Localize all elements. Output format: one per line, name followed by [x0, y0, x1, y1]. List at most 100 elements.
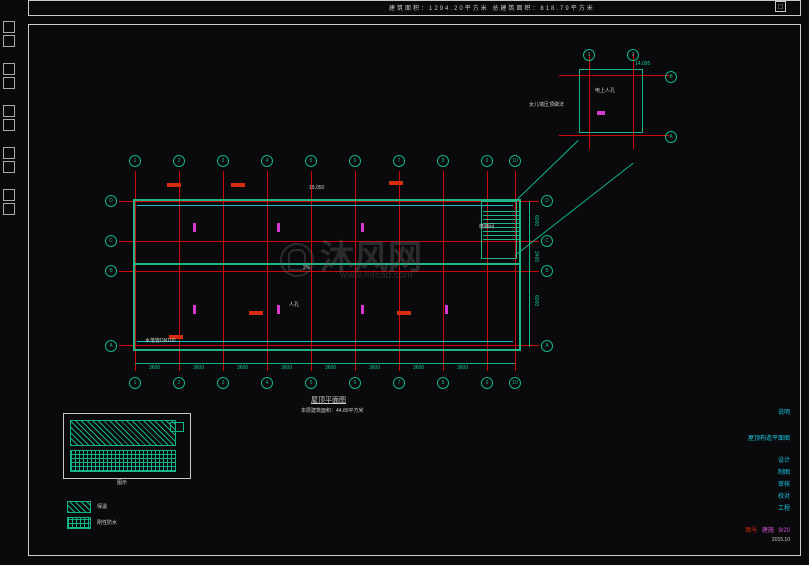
gridline [559, 75, 669, 76]
dim-text: 3600 [369, 365, 380, 371]
parapet [137, 341, 513, 342]
drain-mark [193, 223, 196, 232]
layer-swatch[interactable] [2, 62, 26, 90]
grid-bubble: 4 [261, 377, 273, 389]
drain-mark [361, 223, 364, 232]
grid-bubble: A [665, 131, 677, 143]
slope-label: 2% [303, 265, 310, 271]
annotation-mark [231, 183, 245, 187]
ridge-line [133, 263, 519, 265]
gridline [589, 53, 590, 149]
dim-text: 6000 [533, 215, 539, 226]
grid-bubble: B [541, 265, 553, 277]
roof-note: 人孔 [289, 301, 299, 308]
grid-bubble: 4 [261, 155, 273, 167]
grid-bubble: B [665, 71, 677, 83]
dim-text: 2400 [533, 251, 539, 262]
dim-text: 3600 [413, 365, 424, 371]
grid-bubble: 2 [627, 49, 639, 61]
leader-line [515, 163, 634, 256]
legend-grid-icon [70, 450, 176, 472]
dim-line [135, 363, 515, 364]
grid-bubble: C [105, 235, 117, 247]
tb-row: 制图 [730, 467, 790, 479]
dim-text: 3600 [457, 365, 468, 371]
legend-block: 图示 保温 刚性防水 [63, 413, 193, 543]
hatch-label: 电上人孔 [595, 87, 615, 94]
grid-bubble: 10 [509, 377, 521, 389]
legend-swatch-icon [67, 501, 91, 513]
grid-bubble: 10 [509, 155, 521, 167]
grid-bubble: 9 [481, 155, 493, 167]
cad-viewport: 建筑面积：1294.20平方米 总建筑面积：818.79平方米 □ 1 2 3 … [0, 0, 809, 565]
drain-mark [597, 111, 605, 115]
grid-bubble: 5 [305, 377, 317, 389]
elev-note: 19.050 [309, 185, 324, 191]
gridline [633, 53, 634, 149]
dim-text: 3600 [325, 365, 336, 371]
grid-bubble: 2 [173, 377, 185, 389]
grid-bubble: 3 [217, 155, 229, 167]
legend-frame [63, 413, 191, 479]
grid-bubble: 5 [305, 155, 317, 167]
tb-row: 审核 [730, 479, 790, 491]
tb-row: 设计 [730, 455, 790, 467]
exterior-wall [133, 199, 521, 351]
grid-bubble: D [105, 195, 117, 207]
upper-drawing-strip: 建筑面积：1294.20平方米 总建筑面积：818.79平方米 □ [28, 0, 801, 16]
drain-mark [277, 305, 280, 314]
grid-bubble: 1 [129, 155, 141, 167]
tb-no-label: 图号 [745, 528, 757, 534]
title-block: 说明 屋顶构造平面图 设计 制图 审核 校对 工程 图号 建施 9/20 201… [730, 407, 790, 543]
legend-swatch-icon [67, 517, 91, 529]
grid-bubble: D [541, 195, 553, 207]
tb-drawing-name: 屋顶构造平面图 [730, 433, 790, 445]
grid-bubble: B [105, 265, 117, 277]
tb-row: 工程 [730, 503, 790, 515]
tb-sheet: 9/20 [778, 528, 790, 534]
dim-text: 3600 [237, 365, 248, 371]
grid-bubble: A [541, 340, 553, 352]
drawing-title: 屋顶平面图 [311, 395, 346, 405]
legend-hatch-icon [70, 420, 176, 446]
stair-icon [483, 211, 519, 251]
grid-bubble: 7 [393, 377, 405, 389]
annotation-mark [397, 311, 411, 315]
grid-bubble: 9 [481, 377, 493, 389]
elev-label: 14.095 [635, 61, 650, 67]
legend-notch [170, 422, 184, 432]
tb-date: 2015.10 [730, 537, 790, 543]
legend-caption: 图示 [117, 479, 127, 486]
dim-text: 3600 [149, 365, 160, 371]
grid-bubble: 6 [349, 377, 361, 389]
grid-bubble: 2 [173, 155, 185, 167]
annotation-mark [249, 311, 263, 315]
layer-swatch[interactable] [2, 104, 26, 132]
grid-bubble: 8 [437, 377, 449, 389]
annotation-mark [167, 183, 181, 187]
layer-swatch[interactable] [2, 146, 26, 174]
parapet [137, 205, 513, 206]
grid-bubble: 6 [349, 155, 361, 167]
detail-note: 女儿墙压顶做法 [529, 101, 564, 108]
corner-symbol: □ [775, 1, 786, 12]
dim-line [529, 201, 530, 347]
gridline [559, 135, 669, 136]
drain-mark [193, 305, 196, 314]
grid-bubble: A [105, 340, 117, 352]
layer-palette[interactable] [0, 18, 26, 558]
annotation-mark [389, 181, 403, 185]
layer-swatch[interactable] [2, 188, 26, 216]
grid-bubble: 7 [393, 155, 405, 167]
legend-label: 刚性防水 [97, 519, 117, 526]
drain-mark [445, 305, 448, 314]
tb-heading: 说明 [730, 407, 790, 419]
tb-no-value: 建施 [762, 528, 774, 534]
grid-bubble: C [541, 235, 553, 247]
upper-area-note: 建筑面积：1294.20平方米 总建筑面积：818.79平方米 [389, 3, 595, 12]
drawing-frame[interactable]: 1 2 3 4 5 6 7 8 9 10 1 2 3 4 5 6 7 8 9 1… [28, 24, 801, 556]
layer-swatch[interactable] [2, 20, 26, 48]
legend-label: 保温 [97, 503, 107, 510]
room-label: 楼梯间 [479, 223, 494, 230]
grid-bubble: 1 [583, 49, 595, 61]
